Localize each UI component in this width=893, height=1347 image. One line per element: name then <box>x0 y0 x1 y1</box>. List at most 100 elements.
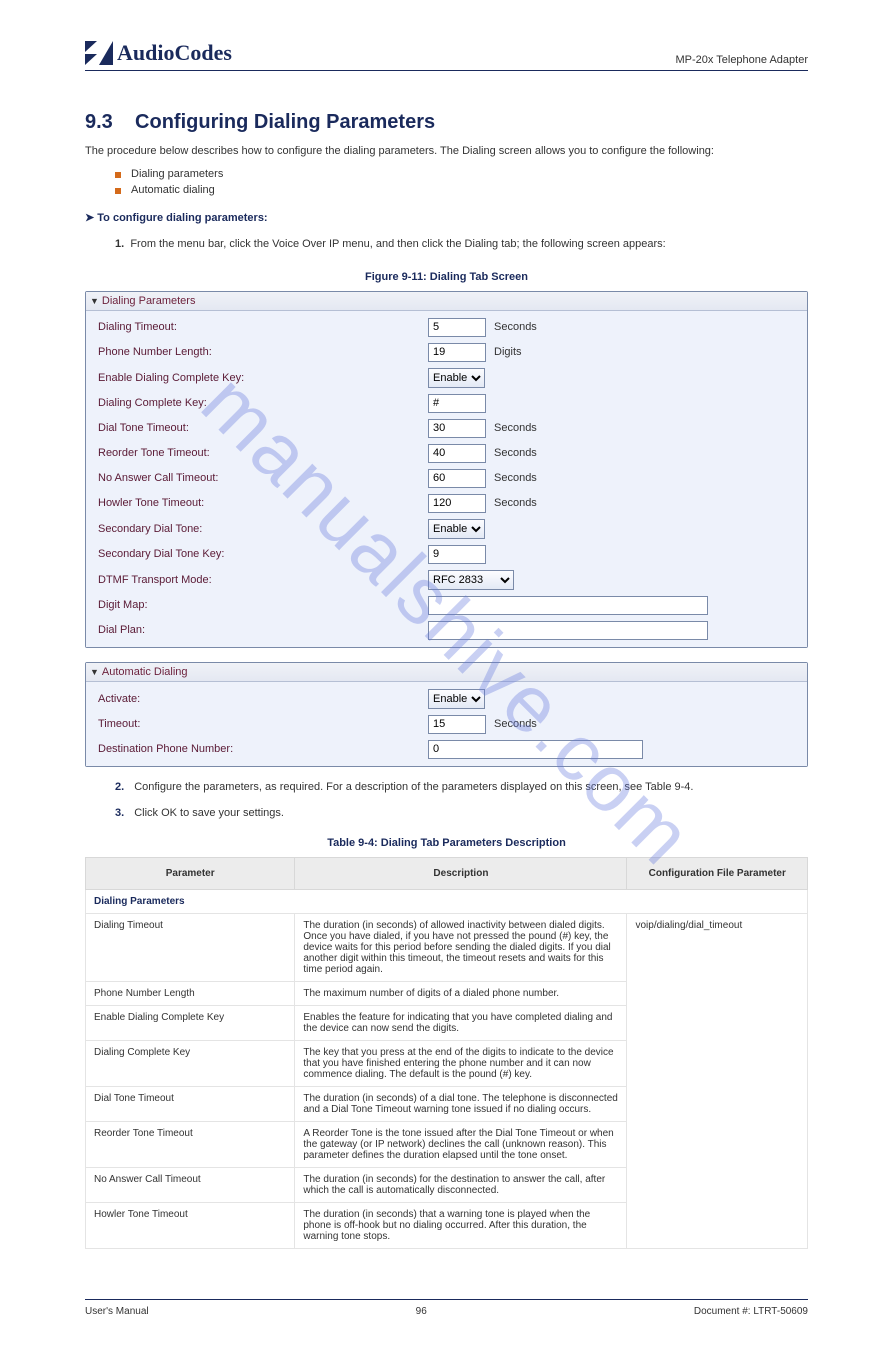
no_answer_call_timeout-input[interactable] <box>428 469 486 488</box>
dtmf_transport_mode-select[interactable]: RFC 2833 <box>428 570 514 590</box>
auto_timeout-input[interactable] <box>428 715 486 734</box>
field-label: No Answer Call Timeout: <box>98 472 428 484</box>
field-unit: Seconds <box>494 718 537 730</box>
cell-parameter: Enable Dialing Complete Key <box>86 1005 295 1040</box>
bullet-text: Dialing parameters <box>131 168 223 180</box>
field-unit: Seconds <box>494 497 537 509</box>
panel-header[interactable]: ▼ Automatic Dialing <box>86 663 807 682</box>
collapse-icon: ▼ <box>90 296 99 306</box>
cell-description: The key that you press at the end of the… <box>295 1040 627 1086</box>
section-title: Configuring Dialing Parameters <box>135 111 435 133</box>
field-control: Seconds <box>428 444 537 463</box>
logo: AudioCodes <box>85 40 232 66</box>
dial_plan-input[interactable] <box>428 621 708 640</box>
field-label: Dial Tone Timeout: <box>98 422 428 434</box>
field-control: Digits <box>428 343 522 362</box>
field-label: DTMF Transport Mode: <box>98 574 428 586</box>
field-control: Seconds <box>428 494 537 513</box>
field-label: Timeout: <box>98 718 428 730</box>
table-section-row: Dialing Parameters <box>86 889 808 913</box>
cell-description: The maximum number of digits of a dialed… <box>295 981 627 1005</box>
page-content: AudioCodes MP-20x Telephone Adapter 9.3 … <box>0 0 893 1347</box>
field-label: Howler Tone Timeout: <box>98 497 428 509</box>
digit_map-input[interactable] <box>428 596 708 615</box>
footer-page-number: 96 <box>416 1306 427 1317</box>
cell-parameter: Dial Tone Timeout <box>86 1086 295 1121</box>
cell-config: voip/dialing/dial_timeout <box>627 913 808 1248</box>
secondary_dial_tone_key-input[interactable] <box>428 545 486 564</box>
howler_tone_timeout-input[interactable] <box>428 494 486 513</box>
step-3: 3. Click OK to save your settings. <box>85 807 808 819</box>
logo-text: AudioCodes <box>117 40 232 66</box>
collapse-icon: ▼ <box>90 667 99 677</box>
dialing_timeout-input[interactable] <box>428 318 486 337</box>
phone_number_length-input[interactable] <box>428 343 486 362</box>
field-control: Seconds <box>428 469 537 488</box>
col-config: Configuration File Parameter <box>627 857 808 889</box>
step-2: 2. Configure the parameters, as required… <box>85 781 808 793</box>
form-row: DTMF Transport Mode:RFC 2833 <box>86 567 807 593</box>
panel-header[interactable]: ▼ Dialing Parameters <box>86 292 807 311</box>
field-control <box>428 621 708 640</box>
step-number: 3. <box>115 807 124 819</box>
table-caption: Table 9-4: Dialing Tab Parameters Descri… <box>85 837 808 849</box>
field-unit: Seconds <box>494 472 537 484</box>
step-text: Configure the parameters, as required. F… <box>134 781 693 793</box>
field-control: Enable <box>428 519 485 539</box>
field-label: Enable Dialing Complete Key: <box>98 372 428 384</box>
dialing_complete_key-input[interactable] <box>428 394 486 413</box>
field-control: Seconds <box>428 419 537 438</box>
enable_dialing_complete_key-select[interactable]: Enable <box>428 368 485 388</box>
cell-description: The duration (in seconds) of a dial tone… <box>295 1086 627 1121</box>
activate-select[interactable]: Enable <box>428 689 485 709</box>
field-control <box>428 596 708 615</box>
form-row: Enable Dialing Complete Key:Enable <box>86 365 807 391</box>
cell-parameter: Phone Number Length <box>86 981 295 1005</box>
field-control: Seconds <box>428 318 537 337</box>
form-row: Activate:Enable <box>86 686 807 712</box>
field-control: Enable <box>428 368 485 388</box>
step-number: 1. <box>115 238 124 250</box>
figure-caption: Figure 9-11: Dialing Tab Screen <box>85 271 808 283</box>
bullet-item: Automatic dialing <box>115 184 808 196</box>
dial_tone_timeout-input[interactable] <box>428 419 486 438</box>
col-parameter: Parameter <box>86 857 295 889</box>
cell-parameter: Howler Tone Timeout <box>86 1202 295 1248</box>
page-header: AudioCodes MP-20x Telephone Adapter <box>85 40 808 71</box>
dest_phone-input[interactable] <box>428 740 643 759</box>
dialing-parameters-panel: ▼ Dialing Parameters Dialing Timeout:Sec… <box>85 291 808 648</box>
field-label: Dialing Timeout: <box>98 321 428 333</box>
table-row: Dialing TimeoutThe duration (in seconds)… <box>86 913 808 981</box>
step-text: From the menu bar, click the Voice Over … <box>130 238 665 250</box>
cell-parameter: Dialing Complete Key <box>86 1040 295 1086</box>
field-control: Enable <box>428 689 485 709</box>
field-label: Reorder Tone Timeout: <box>98 447 428 459</box>
form-row: Dialing Timeout:Seconds <box>86 315 807 340</box>
field-control <box>428 394 486 413</box>
cell-description: A Reorder Tone is the tone issued after … <box>295 1121 627 1167</box>
table-header-row: Parameter Description Configuration File… <box>86 857 808 889</box>
section-number: 9.3 <box>85 111 113 133</box>
cell-description: The duration (in seconds) for the destin… <box>295 1167 627 1202</box>
audiocodes-logo-icon <box>85 41 113 65</box>
form-row: Secondary Dial Tone:Enable <box>86 516 807 542</box>
table-section-head: Dialing Parameters <box>86 889 808 913</box>
cell-parameter: Reorder Tone Timeout <box>86 1121 295 1167</box>
cell-description: Enables the feature for indicating that … <box>295 1005 627 1040</box>
form-row: Dial Plan: <box>86 618 807 643</box>
bullet-list: Dialing parameters Automatic dialing <box>85 168 808 196</box>
panel-title: Dialing Parameters <box>102 295 196 307</box>
footer-left: User's Manual <box>85 1306 149 1317</box>
header-product-name: MP-20x Telephone Adapter <box>676 54 809 66</box>
automatic-dialing-panel: ▼ Automatic Dialing Activate:Enable Timeo… <box>85 662 808 767</box>
parameters-table: Parameter Description Configuration File… <box>85 857 808 1249</box>
field-label: Secondary Dial Tone: <box>98 523 428 535</box>
step-number: 2. <box>115 781 124 793</box>
footer-right: Document #: LTRT-50609 <box>694 1306 808 1317</box>
bullet-icon <box>115 172 121 178</box>
form-row: Destination Phone Number: <box>86 737 807 762</box>
secondary_dial_tone-select[interactable]: Enable <box>428 519 485 539</box>
form-row: No Answer Call Timeout: Seconds <box>86 466 807 491</box>
section-heading: 9.3 Configuring Dialing Parameters <box>85 111 808 134</box>
reorder_tone_timeout-input[interactable] <box>428 444 486 463</box>
